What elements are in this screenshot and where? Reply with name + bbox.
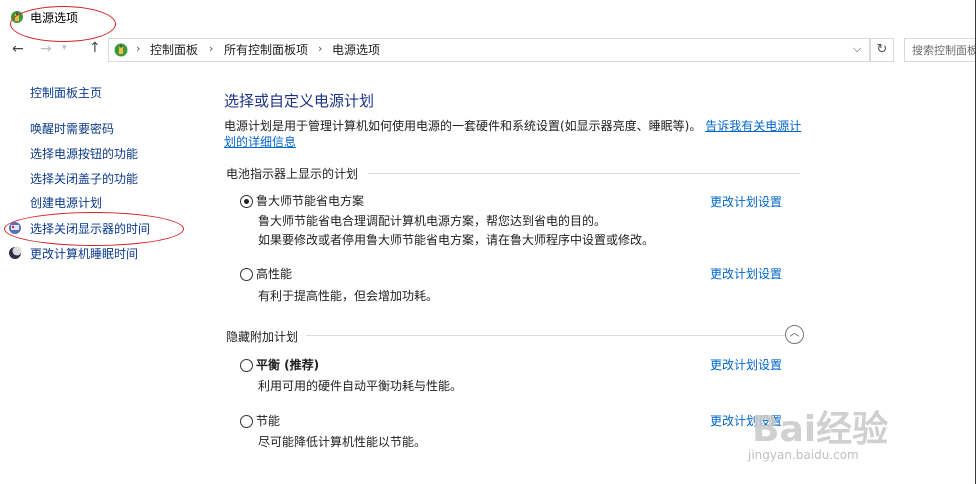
plan-description: 鲁大师节能省电合理调配计算机电源方案，帮您达到省电的目的。 [258, 214, 607, 228]
radio-selected-dot [244, 199, 249, 204]
section-divider [306, 335, 786, 336]
plan-name[interactable]: 高性能 [256, 265, 292, 282]
sidebar-item-power-button[interactable]: 选择电源按钮的功能 [30, 145, 138, 162]
breadcrumb-control-panel[interactable]: 控制面板 [150, 41, 198, 58]
recent-locations-icon[interactable]: ▾ [62, 43, 67, 53]
plan-radio-ludashi[interactable] [240, 195, 253, 208]
control-panel-icon [114, 43, 128, 57]
plan-radio-power-saver[interactable] [240, 415, 253, 428]
watermark-logo-text: Bai经验 [752, 409, 889, 450]
change-plan-settings-link[interactable]: 更改计划设置 [710, 265, 782, 282]
breadcrumb-power-options[interactable]: 电源选项 [332, 41, 380, 58]
chevron-down-icon[interactable]: ⌵ [853, 42, 861, 56]
plan-description: 如果要修改或者停用鲁大师节能省电方案，请在鲁大师程序中设置或修改。 [258, 233, 655, 247]
description-text: 电源计划是用于管理计算机如何使用电源的一套硬件和系统设置(如显示器亮度、睡眠等)… [224, 119, 702, 133]
page-title: 选择或自定义电源计划 [224, 92, 375, 110]
section-divider [368, 173, 800, 174]
section-heading-hidden: 隐藏附加计划 [226, 330, 299, 344]
plan-name[interactable]: 节能 [256, 412, 280, 429]
breadcrumb-chevron-icon[interactable]: › [318, 42, 322, 55]
back-arrow-icon[interactable]: ← [12, 41, 24, 57]
change-plan-settings-link[interactable]: 更改计划设置 [710, 356, 782, 373]
breadcrumb-all-items[interactable]: 所有控制面板项 [224, 41, 308, 58]
breadcrumb-chevron-icon[interactable]: › [209, 42, 213, 55]
watermark-url: jingyan.baidu.com [748, 448, 859, 462]
plan-description: 有利于提高性能，但会增加功耗。 [258, 289, 439, 303]
change-plan-settings-link[interactable]: 更改计划设置 [710, 193, 782, 210]
title-bar [0, 0, 976, 34]
annotation-ellipse [4, 212, 184, 246]
sidebar-item-sleep-time[interactable]: 更改计算机睡眠时间 [30, 245, 138, 262]
up-arrow-icon[interactable]: ↑ [89, 40, 101, 56]
plan-description: 利用可用的硬件自动平衡功耗与性能。 [258, 379, 463, 393]
search-placeholder: 搜索控制面板 [912, 44, 976, 57]
forward-arrow-icon[interactable]: → [40, 41, 52, 57]
breadcrumb-chevron-icon[interactable]: › [136, 42, 140, 55]
refresh-button[interactable]: ↻ [870, 38, 894, 62]
annotation-ellipse [10, 6, 116, 42]
plan-name[interactable]: 鲁大师节能省电方案 [256, 192, 364, 209]
plan-radio-balanced[interactable] [240, 359, 253, 372]
baidu-watermark: Bai经验 jingyan.baidu.com [748, 400, 968, 480]
sidebar-item-lid-close[interactable]: 选择关闭盖子的功能 [30, 170, 138, 187]
sidebar-item-wake-password[interactable]: 唤醒时需要密码 [30, 120, 114, 137]
page-description: 电源计划是用于管理计算机如何使用电源的一套硬件和系统设置(如显示器亮度、睡眠等)… [224, 118, 804, 150]
sidebar-item-create-plan[interactable]: 创建电源计划 [30, 194, 102, 211]
plan-description: 尽可能降低计算机性能以节能。 [258, 435, 427, 449]
plan-radio-high-performance[interactable] [240, 268, 253, 281]
sidebar-home-link[interactable]: 控制面板主页 [30, 84, 102, 101]
plan-name[interactable]: 平衡 (推荐) [256, 356, 319, 373]
section-heading-battery: 电池指示器上显示的计划 [226, 167, 359, 181]
collapse-chevron-up-icon[interactable]: ︿ [785, 325, 804, 344]
address-bar[interactable] [108, 38, 870, 62]
moon-icon [9, 246, 22, 259]
